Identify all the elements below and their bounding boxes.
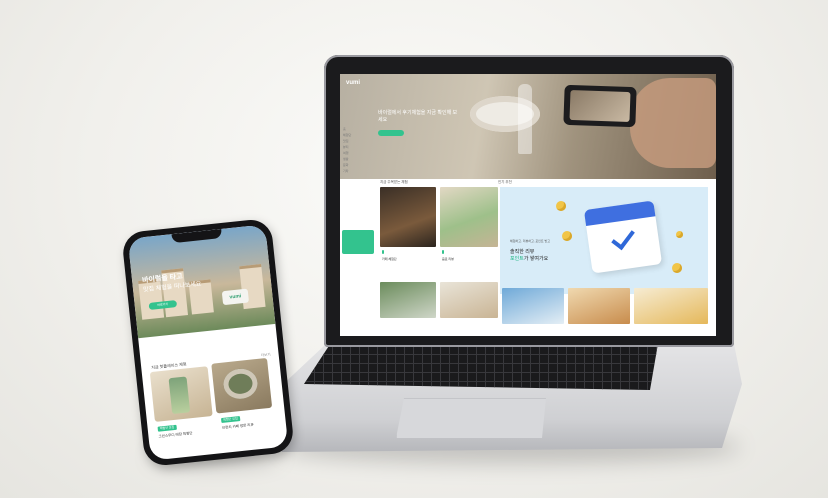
coin-icon [556, 201, 566, 211]
phone-card-caption: 브런치 카페 방문 리뷰 [221, 422, 254, 430]
phone-logo: vumi [221, 288, 250, 306]
card-tile[interactable] [634, 288, 708, 324]
hero-cta-button[interactable] [378, 130, 404, 136]
banner-line1: 솔직한 리뷰 [510, 249, 535, 255]
tile-caption: 카페 체험단 [382, 257, 397, 261]
glass-image [518, 84, 532, 154]
banner-headline: 솔직한 리뷰 포인트가 쌓여가요 [510, 249, 548, 263]
promo-banner[interactable]: 체험하고, 리뷰하고, 포인트 받고 솔직한 리뷰 포인트가 쌓여가요 [500, 187, 708, 294]
phone-screen: vumi 바이럴을 타고 맛집 체험을 떠나보세요 바로가기 지금 핫플레이스 … [127, 224, 289, 461]
tile-tag [382, 250, 384, 254]
coin-icon [562, 231, 572, 241]
sidebar-promo-card[interactable] [342, 230, 374, 254]
banner-accent: 포인트 [510, 256, 524, 262]
calendar-icon [583, 200, 663, 274]
sidebar-nav: 홈 체험단 맛집 뷰티 여행 생활 문화 기타 [340, 126, 368, 246]
phone-card-caption: 그린스무디 매장 체험단 [158, 431, 193, 439]
coin-icon [676, 231, 683, 238]
experience-card-restaurant[interactable] [380, 187, 436, 247]
tile-tag [442, 250, 444, 254]
card-tile[interactable] [380, 282, 436, 318]
smartphone: vumi 바이럴을 타고 맛집 체험을 떠나보세요 바로가기 지금 핫플레이스 … [121, 217, 295, 468]
card-tile[interactable] [440, 282, 498, 318]
card-tile[interactable] [568, 288, 630, 324]
coin-icon [672, 263, 682, 273]
experience-card-drink[interactable] [440, 187, 498, 247]
site-logo[interactable]: vumi [346, 80, 360, 86]
photo-phone-image [563, 84, 637, 128]
section-title-right: 인기 추천 [498, 180, 512, 184]
phone-card-tag: 체험단 모집 [220, 416, 241, 424]
banner-line2: 포인트가 쌓여가요 [510, 256, 548, 263]
tile-caption: 음료 리뷰 [442, 257, 454, 261]
hero-title: 바이럴에서 후기체험을 지금 확인해 보세요 [378, 110, 458, 123]
check-icon [611, 224, 635, 251]
sidebar-item[interactable]: 기타 [340, 168, 368, 174]
phone-card-food[interactable] [211, 357, 273, 414]
laptop-trackpad [396, 398, 546, 438]
hand-image [630, 78, 716, 168]
laptop-screen: vumi 바이럴에서 후기체험을 지금 확인해 보세요 홈 체험단 맛집 뷰티 … [340, 74, 716, 336]
phone-card-tag: 체험단 모집 [157, 424, 177, 432]
phone-card-drink[interactable] [149, 366, 213, 422]
banner-line2-rest: 가 쌓여가요 [523, 256, 549, 262]
card-tile[interactable] [502, 288, 564, 324]
banner-subtext: 체험하고, 리뷰하고, 포인트 받고 [510, 239, 551, 243]
section-title-left: 지금 주목받는 체험 [380, 180, 408, 184]
phone-hero-image: vumi 바이럴을 타고 맛집 체험을 떠나보세요 바로가기 [127, 224, 276, 339]
hero-banner: vumi 바이럴에서 후기체험을 지금 확인해 보세요 [340, 74, 716, 179]
